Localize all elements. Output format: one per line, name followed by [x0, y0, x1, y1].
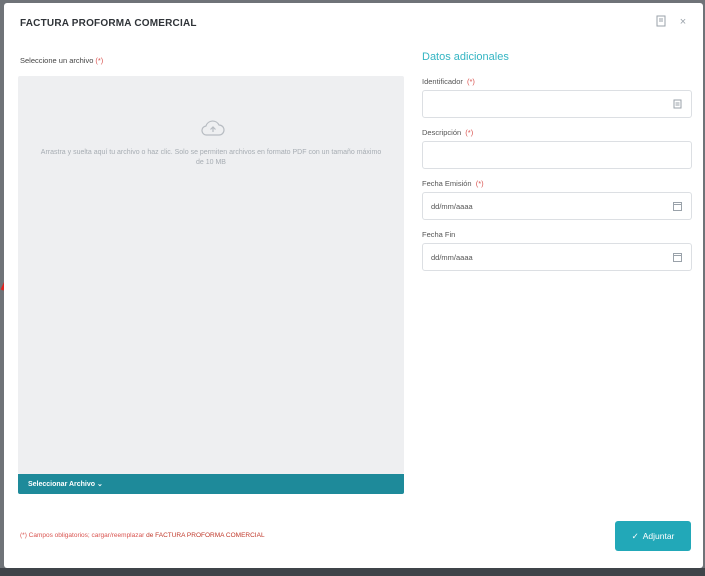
fecha-fin-input[interactable]: dd/mm/aaaa — [422, 243, 692, 271]
file-label: Seleccione un archivo (*) — [20, 56, 103, 65]
field-identificador: Identificador (*) — [422, 77, 692, 118]
adjuntar-button[interactable]: ✓ Adjuntar — [615, 521, 691, 551]
field-label: Fecha Emisión (*) — [422, 179, 484, 188]
field-label: Fecha Fin — [422, 230, 456, 239]
adjuntar-label: Adjuntar — [642, 531, 675, 541]
modal-title: FACTURA PROFORMA COMERCIAL — [20, 18, 197, 29]
additional-data-panel: Datos adicionales Identificador (*) Desc… — [422, 51, 692, 281]
field-fecha-emision: Fecha Emisión (*) dd/mm/aaaa — [422, 179, 692, 220]
header-actions: × — [655, 15, 689, 29]
list-icon — [673, 99, 682, 109]
select-file-button[interactable]: Seleccionar Archivo ⌄ — [18, 474, 404, 494]
required-mark: (*) — [95, 56, 104, 65]
file-label-text: Seleccione un archivo — [20, 56, 94, 65]
dropzone-instructions: Arrastra y suelta aquí tu archivo o haz … — [40, 149, 382, 166]
section-title: Datos adicionales — [422, 51, 509, 63]
check-icon: ✓ — [631, 530, 639, 541]
footer-note: (*) Campos obligatorios; cargar/reemplaz… — [20, 532, 265, 539]
field-descripcion: Descripción (*) — [422, 128, 692, 169]
backdrop — [0, 568, 705, 576]
calendar-icon[interactable] — [673, 252, 682, 262]
footer-note-link[interactable]: de FACTURA PROFORMA COMERCIAL — [146, 532, 264, 539]
field-label: Descripción (*) — [422, 128, 474, 137]
field-fecha-fin: Fecha Fin dd/mm/aaaa — [422, 230, 692, 271]
document-icon[interactable] — [655, 15, 667, 29]
field-label: Identificador (*) — [422, 77, 475, 86]
descripcion-input[interactable] — [422, 141, 692, 169]
fecha-emision-input[interactable]: dd/mm/aaaa — [422, 192, 692, 220]
cloud-upload-icon — [201, 120, 225, 136]
calendar-icon[interactable] — [673, 201, 682, 211]
close-icon[interactable]: × — [677, 15, 689, 29]
file-dropzone[interactable]: Arrastra y suelta aquí tu archivo o haz … — [18, 76, 404, 474]
upload-modal: FACTURA PROFORMA COMERCIAL × Seleccione … — [4, 3, 703, 568]
identificador-input[interactable] — [422, 90, 692, 118]
